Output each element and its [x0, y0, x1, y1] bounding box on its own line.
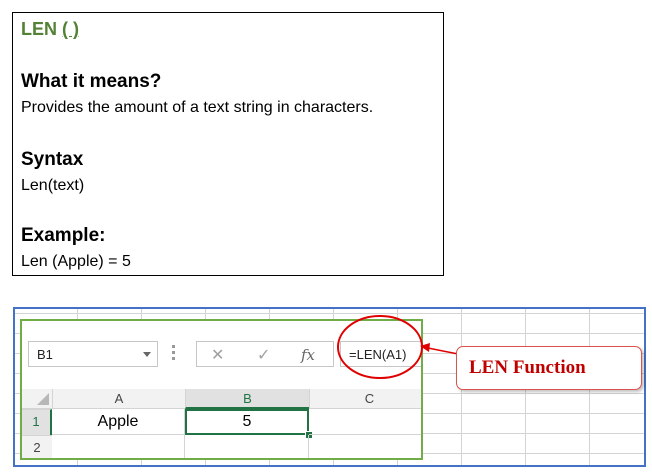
cell-a2[interactable]	[52, 435, 185, 458]
example-text: Len (Apple) = 5	[21, 253, 131, 270]
meaning-text: Provides the amount of a text string in …	[21, 99, 374, 116]
column-header-c[interactable]: C	[309, 389, 421, 409]
function-name: LEN	[21, 19, 57, 39]
cell-c1[interactable]	[309, 409, 421, 435]
drag-handle-icon[interactable]	[172, 345, 176, 363]
row-header-1[interactable]: 1	[22, 409, 52, 435]
enter-icon[interactable]: ✓	[257, 345, 270, 365]
select-all-corner[interactable]	[22, 389, 52, 409]
cancel-icon[interactable]: ✕	[211, 345, 224, 365]
function-title: LEN ( )	[21, 19, 79, 40]
name-box[interactable]: B1	[28, 341, 158, 367]
cell-a1[interactable]: Apple	[52, 409, 185, 435]
select-all-icon	[37, 393, 49, 405]
meaning-heading: What it means?	[21, 71, 162, 92]
row-header-2[interactable]: 2	[22, 435, 52, 458]
len-function-callout: LEN Function	[456, 346, 642, 390]
cell-b1[interactable]: 5	[185, 409, 309, 435]
name-box-value: B1	[37, 347, 53, 362]
cell-c2[interactable]	[309, 435, 421, 458]
syntax-heading: Syntax	[21, 149, 84, 170]
chevron-down-icon[interactable]	[143, 352, 151, 357]
definition-card: LEN ( ) What it means? Provides the amou…	[12, 12, 444, 276]
callout-label: LEN Function	[469, 357, 586, 378]
syntax-text: Len(text)	[21, 177, 85, 194]
column-header-b[interactable]: B	[185, 389, 309, 409]
insert-function-icon[interactable]: fx	[301, 346, 315, 364]
formula-buttons: ✕ ✓ fx	[196, 341, 334, 367]
highlight-ellipse	[337, 315, 423, 379]
column-header-a[interactable]: A	[52, 389, 185, 409]
function-parens: ( )	[62, 19, 80, 39]
cell-b2[interactable]	[185, 435, 309, 458]
example-heading: Example:	[21, 225, 106, 246]
callout-arrow	[420, 343, 459, 355]
